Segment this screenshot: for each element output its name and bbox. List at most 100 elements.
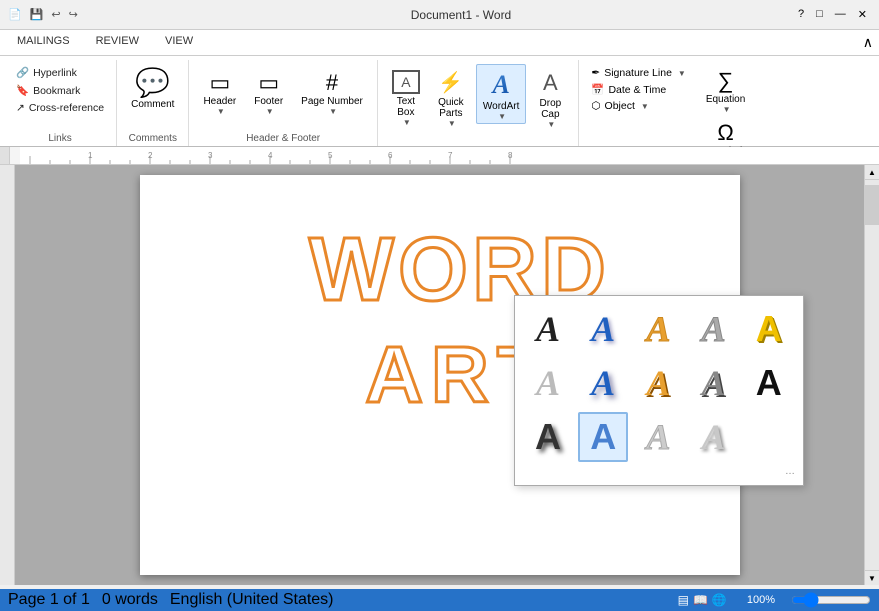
tab-review[interactable]: REVIEW	[83, 30, 152, 56]
symbol-icon: Ω	[717, 120, 733, 146]
zoom-level: 100%	[747, 594, 775, 606]
equation-label: Equation	[706, 94, 745, 105]
wordart-style-10[interactable]: A	[744, 358, 794, 408]
wordart-style-13[interactable]: A	[633, 412, 683, 462]
svg-text:6: 6	[388, 151, 393, 160]
wordart-style-9[interactable]: A	[689, 358, 739, 408]
wordart-style-6[interactable]: A	[523, 358, 573, 408]
crossref-icon: ↗	[16, 102, 25, 114]
title-bar: 📄 💾 ↩ ↪ Document1 - Word ? □ — ✕	[0, 0, 879, 30]
wordart-style-3[interactable]: A	[633, 304, 683, 354]
equation-button[interactable]: ∑ Equation ▼	[700, 66, 751, 116]
equation-caret-icon: ▼	[723, 105, 731, 114]
wordart-style-11[interactable]: A	[523, 412, 573, 462]
links-items: 🔗 Hyperlink 🔖 Bookmark ↗ Cross-reference	[12, 60, 108, 131]
header-label: Header	[203, 96, 236, 107]
cross-reference-button[interactable]: ↗ Cross-reference	[12, 100, 108, 116]
text-box-label2: Box	[397, 107, 414, 118]
drop-cap-button[interactable]: A Drop Cap ▼	[530, 64, 570, 131]
zoom-slider[interactable]	[791, 592, 871, 608]
drop-cap-caret-icon: ▼	[547, 120, 555, 129]
crossref-label: Cross-reference	[29, 102, 104, 114]
datetime-icon: 📅	[591, 83, 604, 96]
object-button[interactable]: ⬡ Object ▼	[587, 99, 689, 113]
scroll-thumb[interactable]	[865, 185, 879, 225]
document-area: WORD ART ▲ ▼ A A A A A A A A A A	[0, 165, 879, 585]
header-footer-items: ▭ Header ▼ ▭ Footer ▼ # Page Number ▼	[197, 60, 368, 131]
language-status: English (United States)	[170, 591, 334, 609]
ribbon-collapse-button[interactable]: ∧	[857, 30, 879, 55]
bookmark-icon: 🔖	[16, 84, 29, 97]
wordart-button[interactable]: A WordArt ▼	[476, 64, 527, 124]
comment-button[interactable]: 💬 Comment	[125, 64, 180, 112]
print-view-button[interactable]: ▤	[678, 593, 689, 607]
page-number-icon: #	[326, 70, 338, 96]
comment-label: Comment	[131, 99, 174, 110]
date-time-button[interactable]: 📅 Date & Time	[587, 82, 689, 97]
scroll-track[interactable]	[865, 180, 879, 570]
ribbon-tab-bar: MAILINGS REVIEW VIEW ∧	[0, 30, 879, 56]
hyperlink-icon: 🔗	[16, 66, 29, 79]
svg-text:1: 1	[88, 151, 93, 160]
ribbon-group-symbols: ✒ Signature Line ▼ 📅 Date & Time ⬡ Objec…	[579, 60, 759, 146]
text-box-icon: A	[392, 70, 420, 94]
close-button[interactable]: ✕	[854, 8, 871, 21]
wordart-more-button[interactable]: …	[523, 466, 795, 477]
bookmark-button[interactable]: 🔖 Bookmark	[12, 82, 108, 99]
ribbon-group-header-footer: ▭ Header ▼ ▭ Footer ▼ # Page Number ▼ He…	[189, 60, 377, 146]
read-view-button[interactable]: 📖	[693, 593, 708, 607]
web-view-button[interactable]: 🌐	[712, 593, 727, 607]
scroll-down-button[interactable]: ▼	[865, 570, 879, 585]
view-mode-buttons[interactable]: ▤ 📖 🌐	[678, 593, 727, 607]
header-button[interactable]: ▭ Header ▼	[197, 64, 242, 118]
comment-icon: 💬	[135, 66, 170, 99]
tab-view[interactable]: VIEW	[152, 30, 206, 56]
wordart-style-2[interactable]: A	[578, 304, 628, 354]
hyperlink-label: Hyperlink	[33, 67, 77, 79]
minimize-button[interactable]: —	[831, 8, 850, 21]
wordart-style-12[interactable]: A	[578, 412, 628, 462]
wordart-style-1[interactable]: A	[523, 304, 573, 354]
page-number-label: Page Number	[301, 96, 363, 107]
svg-text:3: 3	[208, 151, 213, 160]
ruler: 1 2 3 4 5 6 7 8	[0, 147, 879, 165]
object-icon: ⬡	[591, 100, 600, 112]
footer-caret-icon: ▼	[266, 107, 274, 116]
page-number-caret-icon: ▼	[329, 107, 337, 116]
tab-mailings[interactable]: MAILINGS	[4, 30, 83, 56]
scroll-up-button[interactable]: ▲	[865, 165, 879, 180]
drop-cap-label2: Cap	[541, 109, 559, 120]
wordart-style-7[interactable]: A	[578, 358, 628, 408]
links-group-label: Links	[12, 131, 108, 146]
quick-parts-icon: ⚡	[438, 70, 463, 95]
hyperlink-button[interactable]: 🔗 Hyperlink	[12, 64, 108, 81]
window-title: Document1 - Word	[128, 8, 794, 22]
right-scrollbar[interactable]: ▲ ▼	[864, 165, 879, 585]
page-number-button[interactable]: # Page Number ▼	[295, 64, 369, 118]
ribbon: MAILINGS REVIEW VIEW ∧ 🔗 Hyperlink 🔖 Boo…	[0, 30, 879, 147]
wordart-style-5[interactable]: A	[744, 304, 794, 354]
quick-parts-caret-icon: ▼	[448, 119, 456, 128]
restore-button[interactable]: □	[812, 8, 827, 21]
wordart-style-8[interactable]: A	[633, 358, 683, 408]
quick-parts-button[interactable]: ⚡ Quick Parts ▼	[430, 64, 472, 130]
drop-cap-icon: A	[543, 70, 558, 96]
text-box-label: Text	[397, 96, 415, 107]
text-items: A Text Box ▼ ⚡ Quick Parts ▼ A WordArt ▼	[386, 60, 571, 142]
text-group-label	[386, 142, 571, 146]
wordart-style-14[interactable]: A	[689, 412, 739, 462]
wordart-icon: A	[485, 71, 517, 99]
left-scrollbar[interactable]	[0, 165, 15, 585]
wordart-dropdown: A A A A A A A A A A A A A A …	[514, 295, 804, 486]
wordart-label: WordArt	[483, 101, 520, 112]
footer-button[interactable]: ▭ Footer ▼	[248, 64, 289, 118]
bookmark-label: Bookmark	[33, 85, 80, 97]
wordart-style-4[interactable]: A	[689, 304, 739, 354]
help-button[interactable]: ?	[794, 8, 808, 21]
signature-icon: ✒	[591, 67, 600, 79]
equation-icon: ∑	[718, 68, 734, 94]
text-box-button[interactable]: A Text Box ▼	[386, 64, 426, 129]
signature-line-button[interactable]: ✒ Signature Line ▼	[587, 66, 689, 80]
svg-text:8: 8	[508, 151, 513, 160]
window-controls[interactable]: ? □ — ✕	[794, 8, 871, 21]
